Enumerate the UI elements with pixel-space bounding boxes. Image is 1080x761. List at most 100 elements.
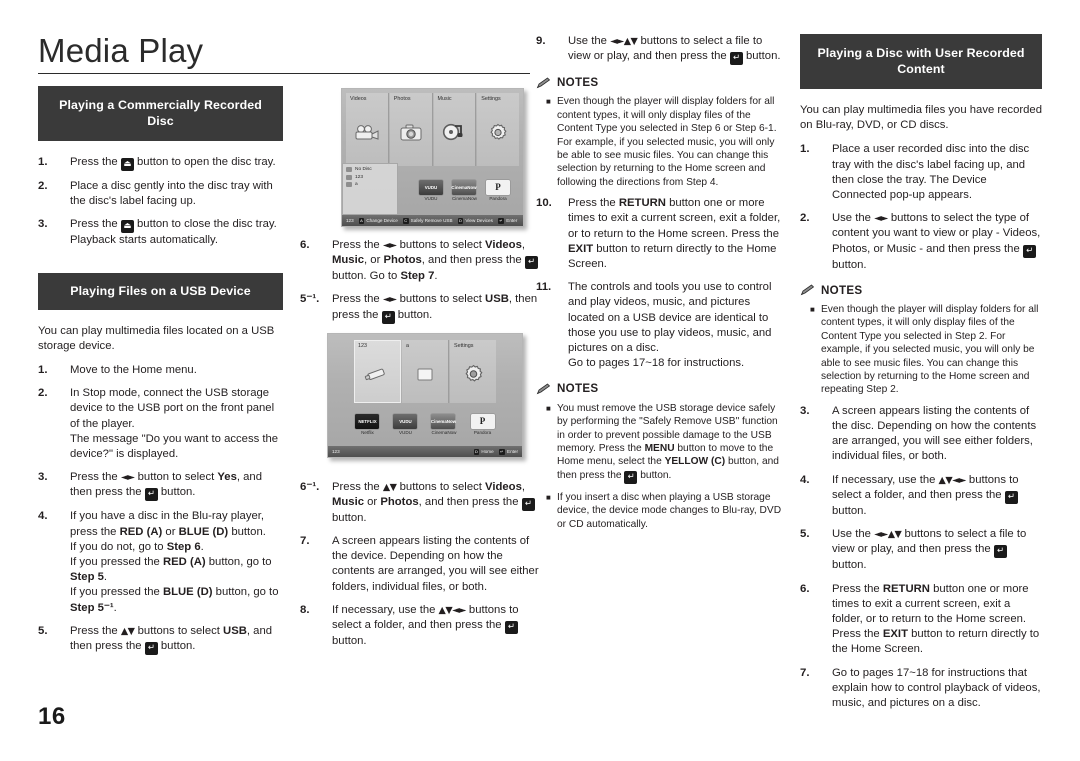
note-item: ■ Even though the player will display fol… bbox=[800, 303, 1042, 397]
step-text: Press the ▲▼ buttons to select USB, and … bbox=[70, 624, 273, 656]
step-number: 5⁻¹. bbox=[300, 293, 320, 306]
step-item: 1. Move to the Home menu. bbox=[38, 363, 283, 378]
camera-icon bbox=[390, 102, 432, 166]
folder-icon bbox=[402, 349, 448, 403]
step-number: 5. bbox=[800, 528, 810, 541]
step-number: 2. bbox=[38, 180, 48, 192]
tile-label: Videos bbox=[350, 96, 367, 102]
status-label: Change Device bbox=[366, 218, 398, 223]
step-text: Press the RETURN button one or more time… bbox=[568, 197, 781, 271]
note-item: ■ If you insert a disc when playing a USB… bbox=[536, 491, 786, 531]
step-item: 6. Press the RETURN button one or more ti… bbox=[800, 582, 1042, 658]
enter-key-icon: ↵ bbox=[144, 642, 158, 656]
note-text: Even though the player will display fold… bbox=[557, 96, 777, 188]
section-heading-user-recorded: Playing a Disc with User Recorded Conten… bbox=[800, 34, 1042, 89]
column-four: Playing a Disc with User Recorded Conten… bbox=[800, 34, 1042, 719]
step-text: A screen appears listing the contents of… bbox=[332, 535, 539, 593]
step-text: Press the ◄► buttons to select USB, then… bbox=[332, 293, 538, 324]
button-key-c: C bbox=[402, 217, 409, 224]
app-name: CinemaNow bbox=[451, 196, 478, 202]
step-text: Go to pages 17~18 for instructions that … bbox=[832, 666, 1041, 709]
step-text: Place a user recorded disc into the disc… bbox=[832, 143, 1030, 202]
app-thumb: VUDU bbox=[393, 413, 418, 429]
app-thumb: P bbox=[470, 413, 495, 429]
step-item: 5. Press the ▲▼ buttons to select USB, an… bbox=[38, 624, 283, 656]
enter-key-icon: ↵ bbox=[381, 310, 395, 324]
step-number: 4. bbox=[38, 510, 48, 523]
app-thumb: VUDU bbox=[418, 179, 443, 195]
step-item: 4. If you have a disc in the Blu-ray play… bbox=[38, 509, 283, 615]
status-enter: ↵ Enter bbox=[498, 448, 518, 455]
step-item: 11. The controls and tools you use to con… bbox=[536, 280, 786, 371]
step-text: If necessary, use the ▲▼◄► buttons to se… bbox=[332, 603, 519, 648]
enter-key-icon: ↵ bbox=[729, 52, 743, 66]
step-item: 6. Press the ◄► buttons to select Videos,… bbox=[300, 238, 540, 284]
button-key-a: A bbox=[358, 217, 365, 224]
folder-icon bbox=[346, 182, 352, 188]
device-row-123: 123 bbox=[346, 174, 394, 182]
steps-col3-top: 9. Use the ◄►▲▼ buttons to select a file … bbox=[536, 34, 786, 66]
step-number: 7. bbox=[800, 666, 810, 679]
step-item: 2. Use the ◄► buttons to select the type … bbox=[800, 211, 1042, 273]
note-item: ■ You must remove the USB storage device … bbox=[536, 402, 786, 484]
eject-key-icon: ⏏ bbox=[120, 220, 134, 234]
step-text: Press the ◄► buttons to select Videos, M… bbox=[332, 238, 540, 284]
steps-col4-top: 1. Place a user recorded disc into the di… bbox=[800, 142, 1042, 272]
status-bar-device: 123 bbox=[346, 218, 354, 223]
app-name: VUDU bbox=[398, 430, 412, 436]
button-key-d: D bbox=[457, 217, 464, 224]
app-vudu: VUDU VUDU bbox=[393, 413, 418, 436]
camcorder-icon bbox=[346, 102, 388, 166]
step-number: 3. bbox=[38, 218, 48, 231]
step-number: 6. bbox=[800, 582, 810, 595]
disc-icon bbox=[346, 167, 352, 173]
home-tile-settings: Settings bbox=[477, 93, 519, 166]
status-label: Enter bbox=[507, 449, 518, 454]
app-name: Pandora bbox=[489, 196, 507, 202]
page-title: Media Play bbox=[38, 32, 204, 69]
device-row-a: a bbox=[346, 181, 394, 189]
home-status-bar: 123 A Change Device C Safely Remove USB … bbox=[342, 215, 523, 226]
home-tile-row: Videos Photos Music Settings bbox=[342, 89, 523, 166]
page-number: 16 bbox=[38, 703, 66, 730]
app-cinemanow: CinemaNow CinemaNow bbox=[451, 179, 478, 202]
notes-heading-col4: NOTES bbox=[800, 283, 1042, 298]
gear-icon bbox=[450, 349, 496, 403]
step-number: 6⁻¹. bbox=[300, 480, 320, 493]
status-bar-device: 123 bbox=[332, 449, 340, 454]
step-item: 2. In Stop mode, connect the USB storage … bbox=[38, 386, 283, 462]
app-thumb: NETFLIX bbox=[355, 413, 380, 429]
step-text: The controls and tools you use to contro… bbox=[568, 281, 772, 370]
step-number: 10. bbox=[536, 197, 552, 210]
tile-label: Settings bbox=[481, 96, 501, 102]
step-number: 9. bbox=[536, 35, 546, 47]
column-one: Playing a Commercially Recorded Disc 1. P… bbox=[38, 86, 283, 663]
app-pandora: P Pandora bbox=[486, 179, 511, 202]
step-item: 3. A screen appears listing the contents … bbox=[800, 404, 1042, 465]
step-number: 5. bbox=[38, 624, 48, 637]
tile-label: a bbox=[406, 343, 409, 349]
music-note-icon bbox=[434, 102, 476, 166]
step-item: 2. Place a disc gently into the disc tray… bbox=[38, 179, 283, 209]
app-vudu: VUDU VUDU bbox=[418, 179, 443, 201]
status-label: Enter bbox=[506, 218, 518, 223]
step-number: 3. bbox=[38, 471, 48, 484]
note-text: If you insert a disc when playing a USB … bbox=[557, 491, 782, 530]
step-item: 1. Place a user recorded disc into the di… bbox=[800, 142, 1042, 203]
step-text: Press the ⏏ button to open the disc tray… bbox=[70, 156, 276, 171]
step-item: 10. Press the RETURN button one or more t… bbox=[536, 196, 786, 272]
enter-key-icon: ↵ bbox=[504, 621, 518, 635]
step-number: 1. bbox=[38, 364, 48, 377]
device-label: No Disc bbox=[355, 167, 372, 173]
enter-key-icon: ↵ bbox=[1004, 490, 1018, 504]
step-number: 1. bbox=[38, 156, 48, 168]
status-label: Home bbox=[481, 449, 494, 454]
enter-key-icon: ↵ bbox=[498, 448, 506, 455]
step-number: 1. bbox=[800, 143, 810, 156]
page-header: Media Play bbox=[38, 32, 530, 74]
step-item: 1. Press the ⏏ button to open the disc tr… bbox=[38, 155, 283, 171]
step-text: Press the ⏏ button to close the disc tra… bbox=[70, 218, 277, 247]
usb-app-shelf: NETFLIX Netflix VUDU VUDU CinemaNow Cine… bbox=[328, 403, 522, 446]
bullet-icon: ■ bbox=[546, 492, 551, 502]
usb-tile-123: 123 bbox=[354, 340, 401, 403]
